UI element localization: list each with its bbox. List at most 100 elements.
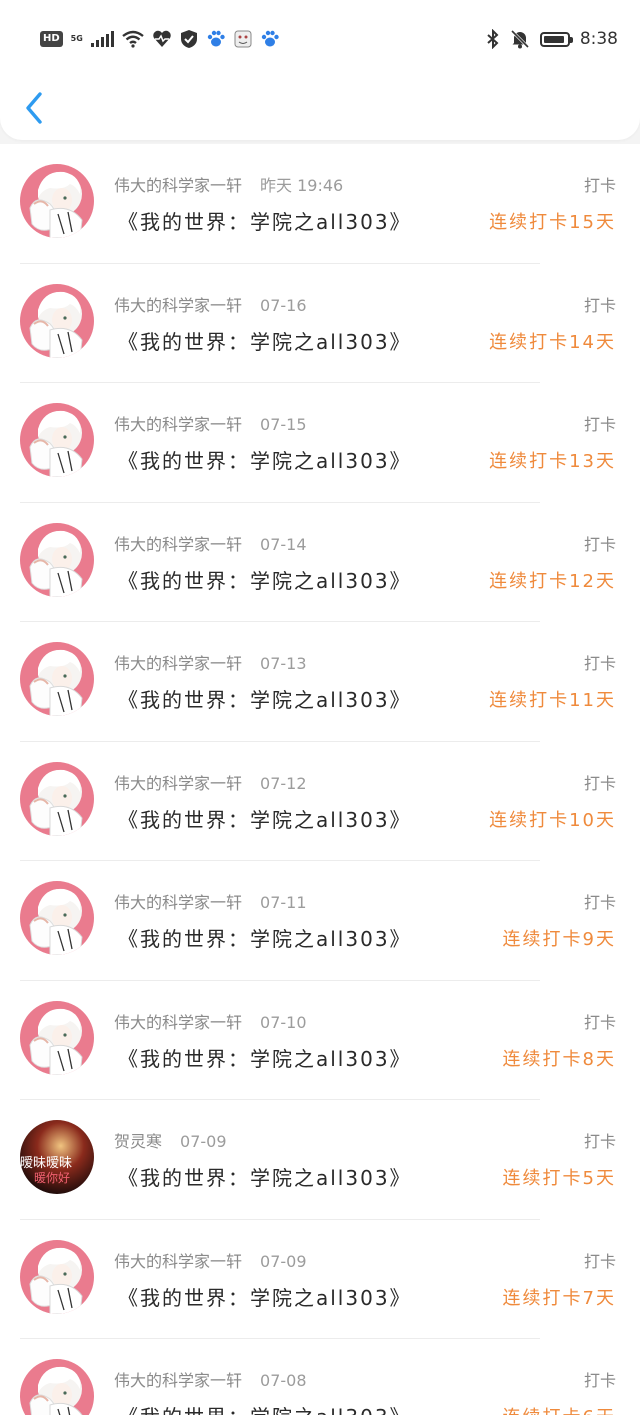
book-title[interactable]: 《我的世界：学院之all303》 bbox=[118, 1043, 412, 1072]
user-meta: 伟大的科学家一轩 07-16 bbox=[114, 292, 307, 316]
user-name[interactable]: 伟大的科学家一轩 bbox=[114, 893, 242, 912]
user-name[interactable]: 伟大的科学家一轩 bbox=[114, 1013, 242, 1032]
avatar[interactable] bbox=[20, 642, 94, 716]
user-meta: 伟大的科学家一轩 07-08 bbox=[114, 1367, 307, 1391]
post-date: 07-13 bbox=[260, 654, 307, 673]
book-title[interactable]: 《我的世界：学院之all303》 bbox=[118, 1162, 412, 1191]
bell-muted-icon bbox=[510, 29, 529, 49]
user-name[interactable]: 伟大的科学家一轩 bbox=[114, 296, 242, 315]
list-item[interactable]: 伟大的科学家一轩 昨天 19:46 打卡《我的世界：学院之all303》 连续打卡15… bbox=[0, 144, 640, 264]
shield-icon bbox=[180, 30, 197, 48]
paw-app-icon bbox=[261, 30, 279, 47]
avatar[interactable] bbox=[20, 1000, 94, 1075]
list-item[interactable]: 伟大的科学家一轩 07-16 打卡《我的世界：学院之all303》 连续打卡14天 bbox=[0, 264, 640, 383]
paw-app-icon bbox=[207, 30, 225, 47]
list-item[interactable]: 伟大的科学家一轩 07-10 打卡 《我的世界：学院之all303》 连续打卡8天 bbox=[0, 981, 640, 1100]
avatar[interactable] bbox=[20, 403, 94, 477]
back-button[interactable] bbox=[22, 88, 52, 128]
bluetooth-icon bbox=[487, 29, 499, 49]
list-item[interactable]: 伟大的科学家一轩 07-14 打卡《我的世界：学院之all303》 连续打卡12天 bbox=[0, 503, 640, 622]
chevron-left-icon bbox=[26, 92, 42, 124]
avatar[interactable] bbox=[20, 283, 94, 358]
heart-pulse-icon bbox=[153, 30, 171, 47]
type-label: 打卡 bbox=[583, 654, 616, 673]
avatar[interactable]: 暧昧暧昧 暖你好 bbox=[20, 1120, 94, 1194]
avatar[interactable] bbox=[20, 1239, 94, 1314]
streak-label: 连续打卡9天 bbox=[502, 929, 616, 950]
avatar[interactable] bbox=[20, 522, 94, 597]
user-meta: 伟大的科学家一轩 07-12 bbox=[114, 770, 307, 794]
avatar[interactable] bbox=[20, 761, 94, 836]
book-title[interactable]: 《我的世界：学院之all303》 bbox=[118, 684, 412, 713]
book-title[interactable]: 《我的世界：学院之all303》 bbox=[118, 326, 412, 355]
list-item[interactable]: 伟大的科学家一轩 07-11 打卡《我的世界：学院之all303》 连续打卡9天 bbox=[0, 861, 640, 981]
user-name[interactable]: 伟大的科学家一轩 bbox=[114, 654, 242, 673]
type-label: 打卡 bbox=[583, 1132, 616, 1151]
post-date: 昨天 19:46 bbox=[260, 176, 344, 195]
post-date: 07-09 bbox=[260, 1251, 307, 1271]
type-label: 打卡 bbox=[583, 415, 616, 434]
user-name[interactable]: 伟大的科学家一轩 bbox=[114, 774, 242, 793]
book-title[interactable]: 《我的世界：学院之all303》 bbox=[118, 206, 412, 235]
streak-label: 连续打卡5天 bbox=[502, 1168, 616, 1189]
battery-icon bbox=[539, 31, 573, 47]
streak-label: 连续打卡15天 bbox=[489, 212, 616, 233]
list-item[interactable]: 伟大的科学家一轩 07-08 打卡《我的世界：学院之all303》 连续打卡6天 bbox=[0, 1339, 640, 1415]
streak-label: 连续打卡14天 bbox=[489, 331, 616, 353]
streak-label: 连续打卡6天 bbox=[503, 1403, 616, 1415]
user-meta: 伟大的科学家一轩 昨天 19:46 bbox=[114, 172, 343, 196]
user-meta: 伟大的科学家一轩 07-15 bbox=[114, 411, 307, 435]
user-name[interactable]: 伟大的科学家一轩 bbox=[114, 176, 242, 195]
user-meta: 伟大的科学家一轩 07-10 bbox=[114, 1009, 307, 1033]
clock: 8:38 bbox=[579, 29, 618, 49]
user-name[interactable]: 伟大的科学家一轩 bbox=[114, 1371, 242, 1390]
book-title[interactable]: 《我的世界：学院之all303》 bbox=[118, 1282, 412, 1311]
book-title[interactable]: 《我的世界：学院之all303》 bbox=[118, 804, 412, 833]
avatar[interactable] bbox=[20, 881, 94, 955]
user-meta: 伟大的科学家一轩 07-09 bbox=[114, 1248, 307, 1272]
user-meta: 贺灵寒 07-09 bbox=[114, 1128, 227, 1152]
wifi-icon bbox=[122, 30, 144, 48]
streak-label: 连续打卡12天 bbox=[489, 570, 616, 592]
list-item[interactable]: 暧昧暧昧 暖你好 贺灵寒 07-09 打卡《我的世界：学院之all303》 连续打卡5天 bbox=[0, 1100, 640, 1220]
book-title[interactable]: 《我的世界：学院之all303》 bbox=[118, 565, 412, 594]
type-label: 打卡 bbox=[583, 534, 616, 554]
type-label: 打卡 bbox=[583, 1012, 616, 1032]
network-type: 5G bbox=[70, 34, 83, 43]
book-title[interactable]: 《我的世界：学院之all303》 bbox=[118, 1401, 412, 1415]
list-item[interactable]: 伟大的科学家一轩 07-13 打卡《我的世界：学院之all303》 连续打卡11天 bbox=[0, 622, 640, 742]
streak-label: 连续打卡11天 bbox=[489, 690, 616, 711]
status-right: 8:38 bbox=[486, 26, 618, 52]
svg-text:暧昧暧昧: 暧昧暧昧 bbox=[20, 1156, 72, 1171]
avatar[interactable] bbox=[20, 164, 94, 238]
post-date: 07-14 bbox=[260, 534, 307, 554]
type-label: 打卡 bbox=[583, 1371, 616, 1390]
type-label: 打卡 bbox=[583, 176, 616, 195]
status-left: HD 5G bbox=[40, 26, 280, 52]
list-item[interactable]: 伟大的科学家一轩 07-15 打卡《我的世界：学院之all303》 连续打卡13天 bbox=[0, 383, 640, 503]
user-name[interactable]: 伟大的科学家一轩 bbox=[114, 415, 242, 434]
book-title[interactable]: 《我的世界：学院之all303》 bbox=[118, 923, 412, 952]
user-name[interactable]: 伟大的科学家一轩 bbox=[114, 535, 242, 554]
post-date: 07-10 bbox=[260, 1012, 307, 1032]
type-label: 打卡 bbox=[583, 893, 616, 912]
user-meta: 伟大的科学家一轩 07-14 bbox=[114, 531, 307, 555]
post-date: 07-12 bbox=[260, 773, 307, 793]
streak-label: 连续打卡13天 bbox=[489, 451, 616, 472]
book-title[interactable]: 《我的世界：学院之all303》 bbox=[118, 445, 412, 474]
post-date: 07-08 bbox=[260, 1371, 307, 1390]
post-date: 07-09 bbox=[180, 1132, 227, 1151]
svg-text:暖你好: 暖你好 bbox=[34, 1171, 70, 1185]
user-name[interactable]: 伟大的科学家一轩 bbox=[114, 1252, 242, 1271]
list-item[interactable]: 伟大的科学家一轩 07-12 打卡 《我的世界：学院之all303》 连续打卡10天 bbox=[0, 742, 640, 861]
header: HD 5G 8:38 bbox=[0, 0, 640, 140]
user-name[interactable]: 贺灵寒 bbox=[114, 1132, 162, 1151]
list-item[interactable]: 伟大的科学家一轩 07-09 打卡 《我的世界：学院之all303》 连续打卡7天 bbox=[0, 1220, 640, 1339]
checkin-list[interactable]: 伟大的科学家一轩 昨天 19:46 打卡 《我的世界：学院之all303》 连续打卡15… bbox=[0, 144, 640, 1415]
avatar[interactable] bbox=[20, 1359, 94, 1415]
signal-icon bbox=[90, 31, 114, 47]
post-date: 07-11 bbox=[260, 893, 307, 912]
user-meta: 伟大的科学家一轩 07-13 bbox=[114, 650, 307, 674]
post-date: 07-16 bbox=[260, 295, 307, 315]
type-label: 打卡 bbox=[583, 295, 616, 315]
